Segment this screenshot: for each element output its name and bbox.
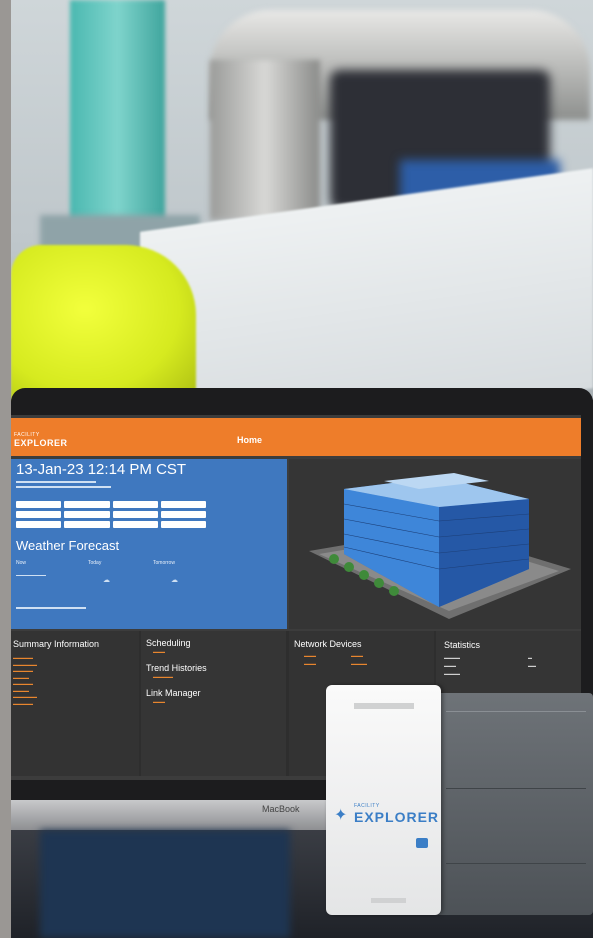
datetime: 13-Jan-23 12:14 PM CST bbox=[16, 461, 187, 478]
device-bottom-label bbox=[371, 898, 406, 903]
status-cell[interactable] bbox=[112, 521, 158, 528]
stat-label: ▬▬▬▬ bbox=[444, 671, 460, 676]
weather-now-details bbox=[16, 575, 46, 598]
stat-label: ▬▬▬▬ bbox=[444, 655, 460, 660]
summary-title: Summary Information bbox=[13, 639, 100, 649]
status-cell[interactable] bbox=[64, 501, 110, 508]
device-logo: EXPLORER bbox=[354, 809, 440, 825]
network-status: ▬▬▬▬ bbox=[351, 661, 367, 666]
logo-text: EXPLORER bbox=[14, 438, 68, 448]
weather-title: Weather Forecast bbox=[16, 538, 120, 553]
stat-value: ▬▬ bbox=[528, 663, 536, 668]
building-panel bbox=[289, 459, 581, 629]
laptop-brand: MacBook bbox=[262, 804, 300, 814]
device-logo-icon: ✦ bbox=[334, 807, 348, 824]
network-status: ▬▬▬ bbox=[351, 653, 363, 658]
app-header: FACILITY EXPLORER Home bbox=[11, 418, 581, 456]
network-link[interactable]: ▬▬▬ bbox=[304, 653, 316, 660]
device-gray-module bbox=[436, 693, 593, 915]
jeans bbox=[40, 830, 290, 938]
left-edge bbox=[0, 0, 11, 938]
weather-col-today: Today bbox=[88, 560, 102, 566]
summary-link[interactable]: ▬▬▬▬▬ bbox=[13, 701, 73, 708]
trend-link[interactable]: ▬▬▬▬▬ bbox=[153, 674, 173, 681]
status-cell[interactable] bbox=[160, 501, 206, 508]
link-manager-title: Link Manager bbox=[146, 688, 201, 698]
stat-value: ▬ bbox=[528, 655, 532, 660]
nav-home[interactable]: Home bbox=[237, 435, 262, 445]
device-line bbox=[446, 863, 586, 864]
background-photo: FACILITY EXPLORER Home 13-Jan-23 12:14 P… bbox=[0, 0, 593, 938]
statistics-title: Statistics bbox=[444, 640, 481, 650]
status-cell[interactable] bbox=[16, 511, 62, 518]
trend-title: Trend Histories bbox=[146, 663, 207, 673]
app-logo: FACILITY EXPLORER bbox=[14, 433, 68, 449]
scheduling-section: Scheduling ▬▬▬ Trend Histories ▬▬▬▬▬ Lin… bbox=[141, 631, 286, 776]
weather-footer-line bbox=[16, 607, 86, 609]
status-cell[interactable] bbox=[16, 501, 62, 508]
device-badge bbox=[416, 838, 428, 848]
stat-label: ▬▬▬ bbox=[444, 663, 456, 668]
controller-device: ✦ FACILITY EXPLORER bbox=[326, 685, 593, 915]
weather-col-tomorrow: Tomorrow bbox=[153, 560, 175, 566]
teal-pipe bbox=[70, 0, 165, 235]
building-image bbox=[309, 473, 571, 619]
status-grid bbox=[16, 501, 206, 528]
status-cell[interactable] bbox=[16, 521, 62, 528]
status-cell[interactable] bbox=[64, 521, 110, 528]
status-cell[interactable] bbox=[112, 511, 158, 518]
cloud-icon: ☁ bbox=[103, 577, 110, 584]
safety-vest bbox=[11, 245, 196, 405]
device-labels bbox=[354, 703, 414, 709]
info-line bbox=[16, 486, 111, 488]
scheduling-title: Scheduling bbox=[146, 638, 191, 648]
weather-col-now: Now bbox=[16, 560, 27, 566]
device-white-module: ✦ FACILITY EXPLORER bbox=[326, 685, 441, 915]
device-line bbox=[446, 711, 586, 712]
cloud-icon: ☁ bbox=[171, 577, 178, 584]
summary-list: ▬▬▬▬▬ ▬▬▬▬▬▬ ▬▬▬▬▬ ▬▬▬▬ ▬▬▬▬▬ ▬▬▬▬ ▬▬▬▬▬… bbox=[13, 655, 73, 707]
info-panel: 13-Jan-23 12:14 PM CST Weather Forecast … bbox=[11, 459, 287, 629]
network-link[interactable]: ▬▬▬ bbox=[304, 661, 316, 668]
status-cell[interactable] bbox=[64, 511, 110, 518]
steel-pipe-vertical bbox=[210, 60, 320, 220]
summary-section: Summary Information ▬▬▬▬▬ ▬▬▬▬▬▬ ▬▬▬▬▬ ▬… bbox=[11, 631, 139, 776]
status-cell[interactable] bbox=[112, 501, 158, 508]
info-line bbox=[16, 481, 96, 483]
status-cell[interactable] bbox=[160, 521, 206, 528]
link-manager-link[interactable]: ▬▬▬ bbox=[153, 699, 165, 706]
network-title: Network Devices bbox=[294, 639, 362, 649]
scheduling-link[interactable]: ▬▬▬ bbox=[153, 649, 165, 656]
status-cell[interactable] bbox=[160, 511, 206, 518]
device-line bbox=[446, 788, 586, 789]
